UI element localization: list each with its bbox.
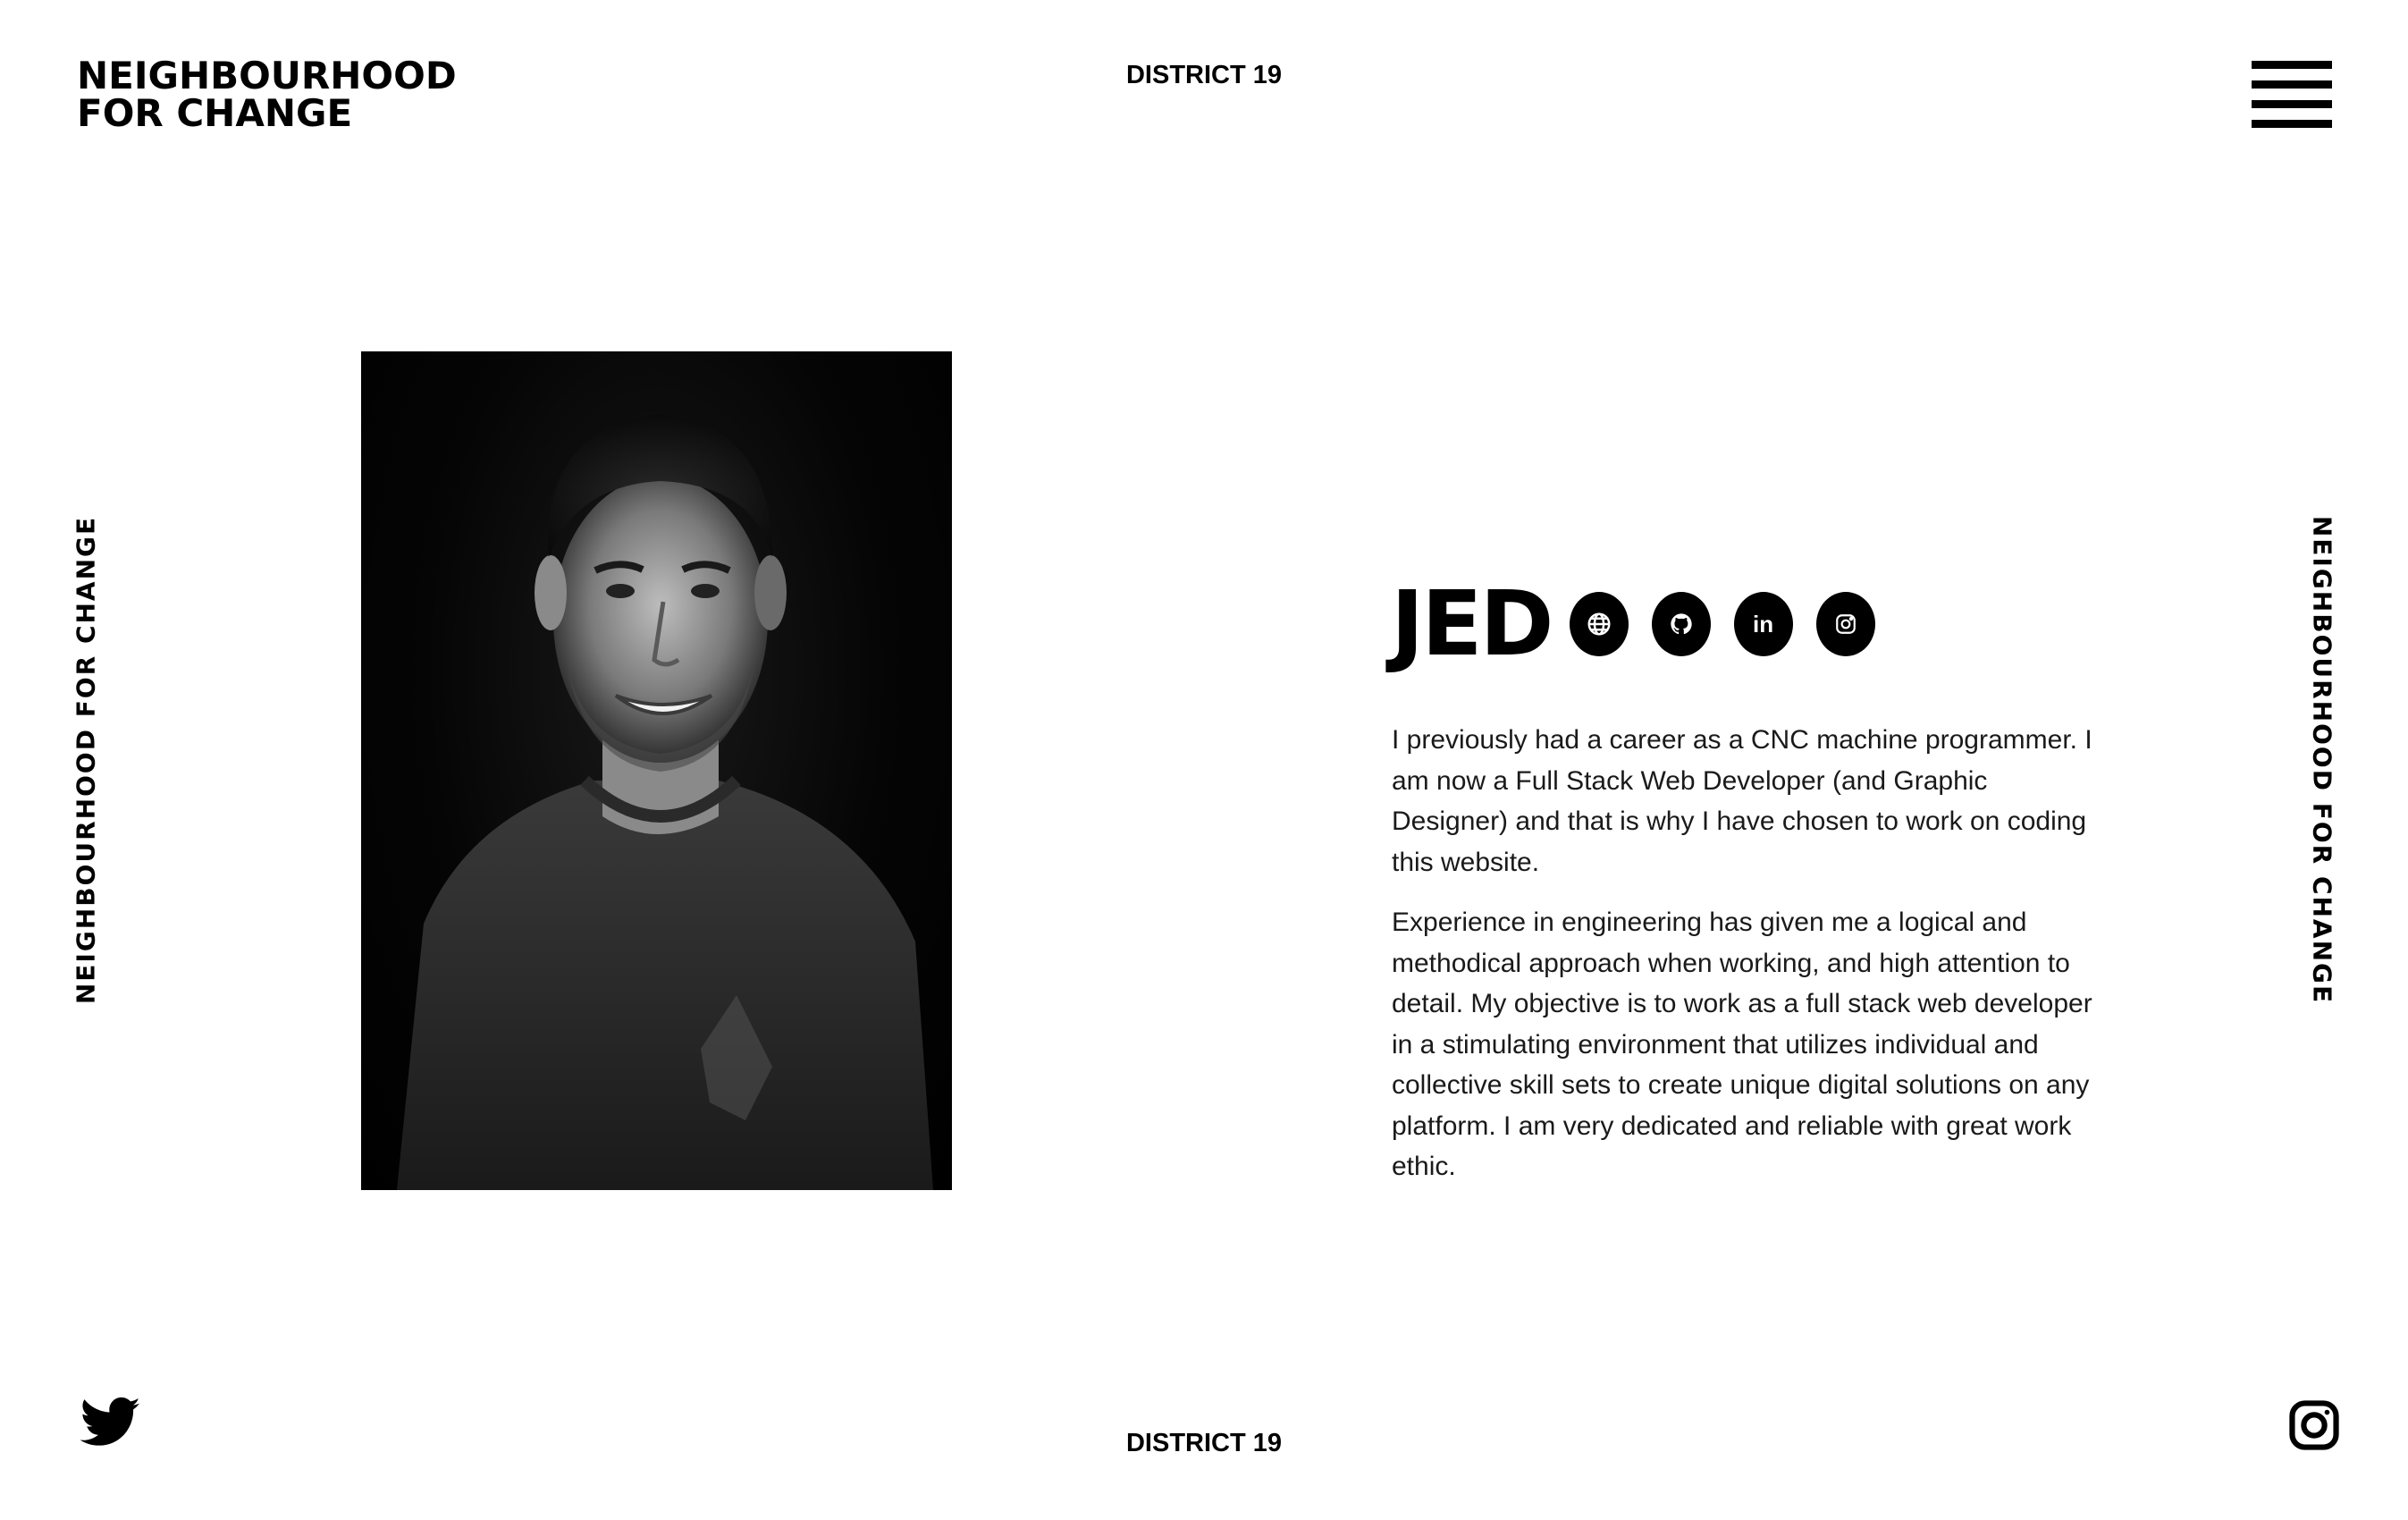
instagram-icon[interactable] (1815, 592, 1875, 656)
bio-paragraph: I previously had a career as a CNC machi… (1392, 725, 2092, 877)
portrait-photo (361, 351, 952, 1190)
twitter-icon[interactable] (80, 1397, 141, 1452)
instagram-icon[interactable] (2286, 1396, 2342, 1455)
github-icon[interactable] (1651, 592, 1711, 656)
side-label-right: NEIGHBOURHOOD FOR CHANGE (2307, 515, 2337, 1005)
profile-header: JED in (1391, 571, 1899, 676)
side-label-left: NEIGHBOURHOOD FOR CHANGE (71, 515, 101, 1005)
footer-district-title: DISTRICT 19 (1125, 1429, 1283, 1457)
profile-bio: I previously had a career as a CNC machi… (1392, 720, 2107, 1207)
globe-icon[interactable] (1569, 592, 1629, 656)
profile-name: JED (1391, 571, 1554, 676)
site-logo[interactable]: NEIGHBOURHOOD FOR CHANGE (77, 57, 457, 132)
bio-paragraph: Experience in engineering has given me a… (1392, 908, 2092, 1181)
hamburger-menu-icon[interactable] (2252, 61, 2332, 128)
logo-line-1: NEIGHBOURHOOD (77, 54, 457, 97)
logo-line-2: FOR CHANGE (77, 91, 353, 135)
linkedin-icon[interactable]: in (1733, 592, 1793, 656)
district-title: DISTRICT 19 (1125, 61, 1283, 89)
linkedin-label: in (1752, 610, 1774, 638)
